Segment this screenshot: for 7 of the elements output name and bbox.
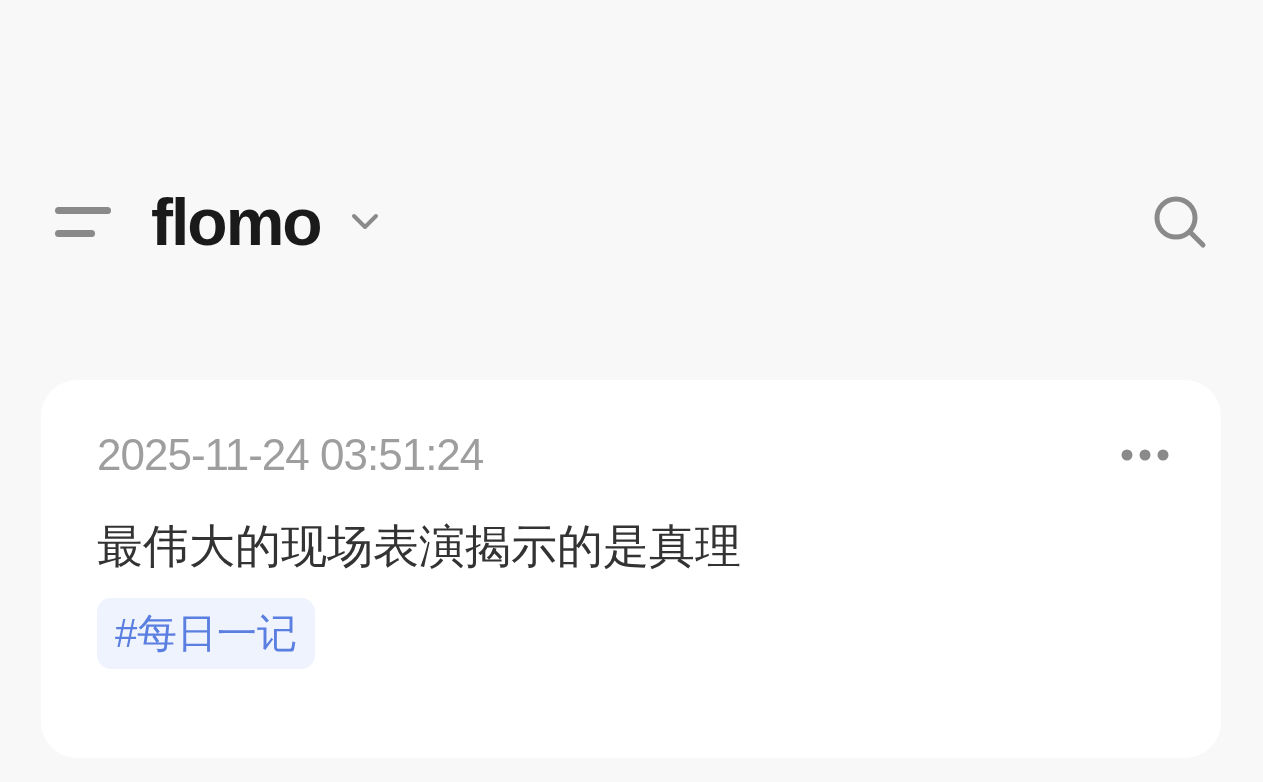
- chevron-down-icon[interactable]: [350, 213, 379, 231]
- brand-logo[interactable]: flomo: [151, 189, 321, 255]
- memo-timestamp: 2025-11-24 03:51:24: [97, 430, 484, 480]
- more-icon[interactable]: [1121, 449, 1169, 461]
- memo-text: 最伟大的现场表演揭示的是真理: [97, 519, 742, 574]
- menu-icon[interactable]: [55, 207, 111, 237]
- search-icon[interactable]: [1153, 195, 1207, 249]
